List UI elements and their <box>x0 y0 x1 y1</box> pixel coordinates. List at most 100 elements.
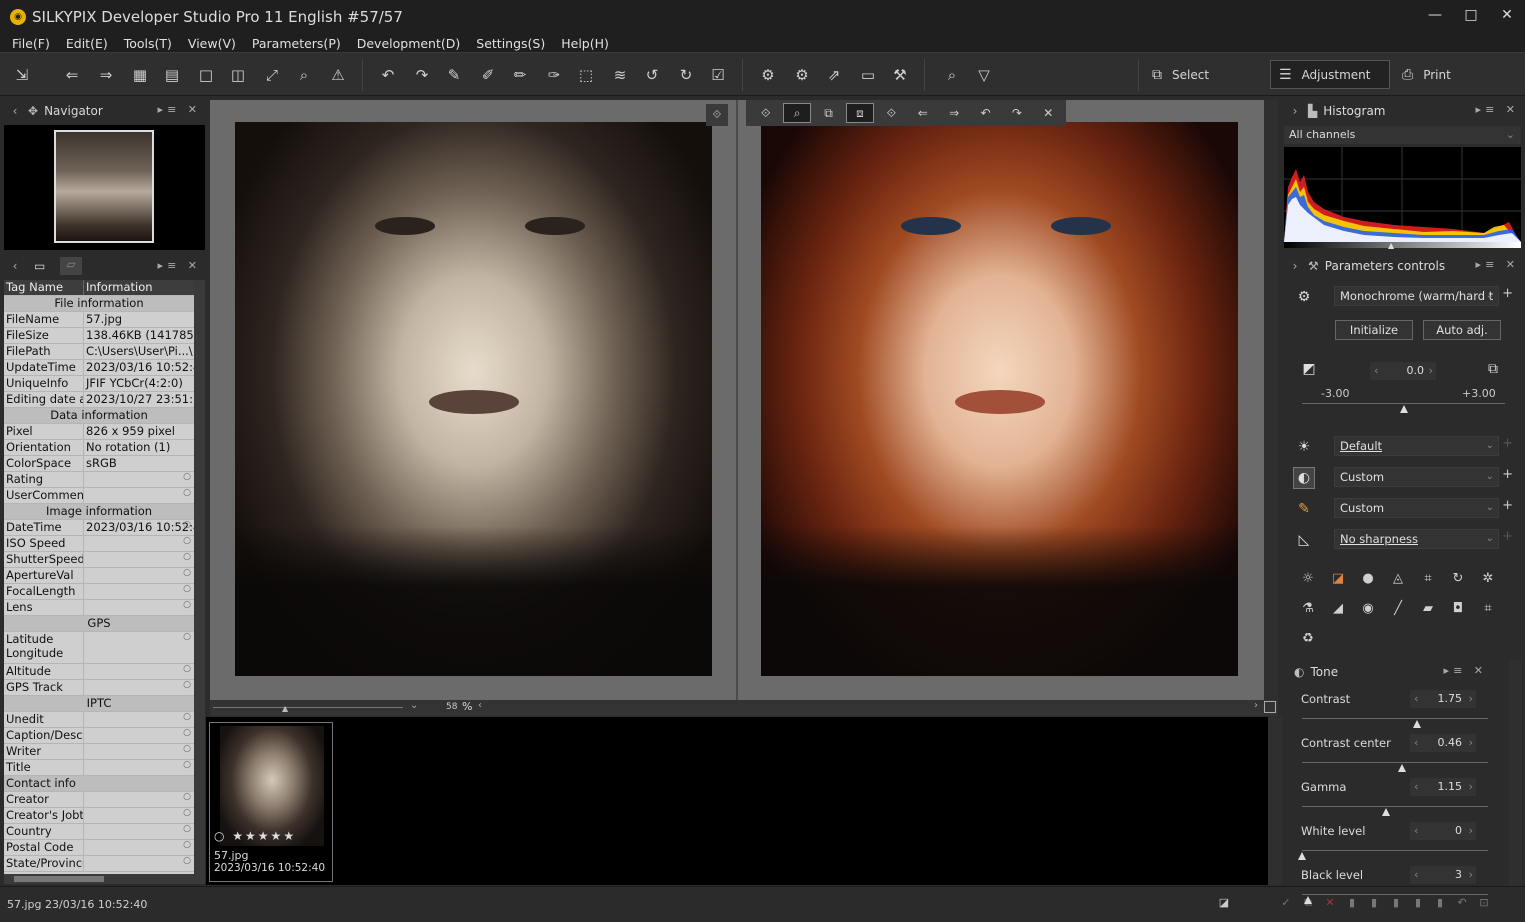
gear-icon[interactable]: ⚙ <box>1293 286 1315 308</box>
light-icon[interactable]: ☼ <box>1297 567 1319 589</box>
sync-view-icon[interactable]: ⟐ <box>706 104 728 126</box>
edit-dot-icon[interactable]: ○ <box>183 552 191 562</box>
eraser-icon[interactable]: ▰ <box>1417 597 1439 619</box>
edit-dot-icon[interactable]: ○ <box>183 472 191 482</box>
edit-dot-icon[interactable]: ○ <box>183 728 191 738</box>
table-row[interactable]: FilePath C:\Users\User\Pi...\1 <box>4 344 194 360</box>
curve-icon[interactable]: ◪ <box>1327 567 1349 589</box>
zoom-slider-track[interactable] <box>213 707 403 708</box>
decrease-icon[interactable]: ‹ <box>1414 778 1418 796</box>
menu-help[interactable]: Help(H) <box>561 36 609 51</box>
increase-icon[interactable]: › <box>1469 866 1473 884</box>
copy-params-icon[interactable]: ✐ <box>476 63 500 87</box>
scroll-thumb[interactable] <box>14 876 104 882</box>
information-cell[interactable]: ○ <box>84 584 194 599</box>
information-cell[interactable]: ○ <box>84 760 194 775</box>
table-row[interactable]: ShutterSpeed ○ <box>4 552 194 568</box>
information-cell[interactable]: 2023/10/27 23:51:14 <box>84 392 194 407</box>
color-brush-icon[interactable]: ✎ <box>1293 498 1315 520</box>
edit-dot-icon[interactable]: ○ <box>183 536 191 546</box>
decrease-icon[interactable]: ‹ <box>1414 866 1418 884</box>
mask-icon[interactable]: ◘ <box>1447 597 1469 619</box>
prev-icon[interactable]: ⇐ <box>909 103 936 123</box>
menu-settings[interactable]: Settings(S) <box>476 36 545 51</box>
table-row[interactable]: Latitude Longitude ○ <box>4 632 194 664</box>
histogram-marker[interactable]: ▲ <box>1388 241 1394 250</box>
decrease-icon[interactable]: ‹ <box>1414 690 1418 708</box>
table-row[interactable]: ISO Speed ○ <box>4 536 194 552</box>
recycle-icon[interactable]: ♻ <box>1297 627 1319 649</box>
rotate-right-icon[interactable]: ↻ <box>674 63 698 87</box>
edit-dot-icon[interactable]: ○ <box>183 824 191 834</box>
zoom-actual-icon[interactable]: ⧉ <box>815 103 842 123</box>
menu-file[interactable]: File(F) <box>12 36 50 51</box>
tone-slider-track[interactable] <box>1302 894 1488 895</box>
table-row[interactable]: State/Province ○ <box>4 856 194 872</box>
table-row[interactable]: Creator ○ <box>4 792 194 808</box>
exposure-slider-track[interactable] <box>1302 403 1505 404</box>
filmstrip-scrollbar[interactable] <box>1268 717 1282 885</box>
information-cell[interactable]: ○ <box>84 632 194 663</box>
saturation-icon[interactable]: ● <box>1357 567 1379 589</box>
exposure-value-box[interactable]: ‹ 0.0 › <box>1370 362 1436 380</box>
warning-icon[interactable]: ⚠ <box>326 63 350 87</box>
tone-value-box[interactable]: ‹ 3 › <box>1410 866 1476 884</box>
info-horizontal-scrollbar[interactable] <box>4 874 205 884</box>
preview-filmstrip-icon[interactable]: ▤ <box>160 63 184 87</box>
information-cell[interactable]: ○ <box>84 824 194 839</box>
gradient-icon[interactable]: ◢ <box>1327 597 1349 619</box>
information-cell[interactable]: sRGB <box>84 456 194 471</box>
highlight-icon[interactable]: ◬ <box>1387 567 1409 589</box>
mark-done-icon[interactable]: ☑ <box>706 63 730 87</box>
tone-slider-track[interactable] <box>1302 806 1488 807</box>
maximize-button[interactable]: □ <box>1453 0 1489 30</box>
brush-icon[interactable]: ╱ <box>1387 597 1409 619</box>
edit-dot-icon[interactable]: ○ <box>183 520 191 530</box>
navigator-preview[interactable] <box>4 125 205 250</box>
panel-menu-close-icons[interactable]: ▸≡ ✕ <box>1476 258 1519 271</box>
panel-menu-close-icons[interactable]: ▸≡ ✕ <box>158 259 201 272</box>
decrease-icon[interactable]: ‹ <box>1374 362 1378 380</box>
menu-parameters[interactable]: Parameters(P) <box>252 36 341 51</box>
import-icon[interactable]: ⇲ <box>10 63 34 87</box>
table-row[interactable]: Writer ○ <box>4 744 194 760</box>
crop-icon[interactable]: ⌗ <box>1477 597 1499 619</box>
table-row[interactable]: FocalLength ○ <box>4 584 194 600</box>
thumbnail-item[interactable]: ○ ★★★★★ 57.jpg 2023/03/16 10:52:40 <box>209 722 333 882</box>
tone-contrast-icon[interactable]: ◐ <box>1293 467 1315 489</box>
menu-edit[interactable]: Edit(E) <box>66 36 108 51</box>
table-row[interactable]: ColorSpace sRGB <box>4 456 194 472</box>
information-cell[interactable]: 2023/03/16 10:52:40 <box>84 360 194 375</box>
table-row[interactable]: Altitude ○ <box>4 664 194 680</box>
decrease-icon[interactable]: ‹ <box>1414 734 1418 752</box>
add-tone-icon[interactable]: + <box>1502 467 1513 482</box>
table-row[interactable]: UserComment ○ <box>4 488 194 504</box>
table-row[interactable]: Lens ○ <box>4 600 194 616</box>
grid-view-icon[interactable]: ▦ <box>128 63 152 87</box>
edit-dot-icon[interactable]: ○ <box>183 808 191 818</box>
prev-image-icon[interactable]: ⇐ <box>60 63 84 87</box>
information-cell[interactable]: ○ <box>84 600 194 615</box>
table-row[interactable]: GPS Track ○ <box>4 680 194 696</box>
viewer-scrollbar[interactable] <box>1264 100 1278 700</box>
add-wb-icon[interactable]: + <box>1502 436 1513 451</box>
tag-name-header[interactable]: Tag Name <box>4 280 84 295</box>
effects-icon[interactable]: ✲ <box>1477 567 1499 589</box>
tone-slider-track[interactable] <box>1302 718 1488 719</box>
next-image-icon[interactable]: ⇒ <box>94 63 118 87</box>
next-icon[interactable]: ⇒ <box>940 103 967 123</box>
info-scrollbar[interactable] <box>194 280 205 874</box>
undo-icon[interactable]: ↶ <box>972 103 999 123</box>
scroll-left-icon[interactable]: ‹ <box>478 700 482 711</box>
rating-stars[interactable]: ○ ★★★★★ <box>214 829 296 843</box>
compare-view-icon[interactable]: ◫ <box>226 63 250 87</box>
color-select[interactable]: Custom ⌄ <box>1334 498 1499 518</box>
information-cell[interactable]: 138.46KB (141785Byt <box>84 328 194 343</box>
edit-dot-icon[interactable]: ○ <box>183 488 191 498</box>
scroll-right-icon[interactable]: › <box>1254 700 1258 711</box>
paste-params-icon[interactable]: ✎ <box>442 63 466 87</box>
edit-params-icon[interactable]: ✏ <box>508 63 532 87</box>
menu-view[interactable]: View(V) <box>188 36 236 51</box>
table-row[interactable]: Unedit ○ <box>4 712 194 728</box>
information-cell[interactable]: ○ <box>84 744 194 759</box>
